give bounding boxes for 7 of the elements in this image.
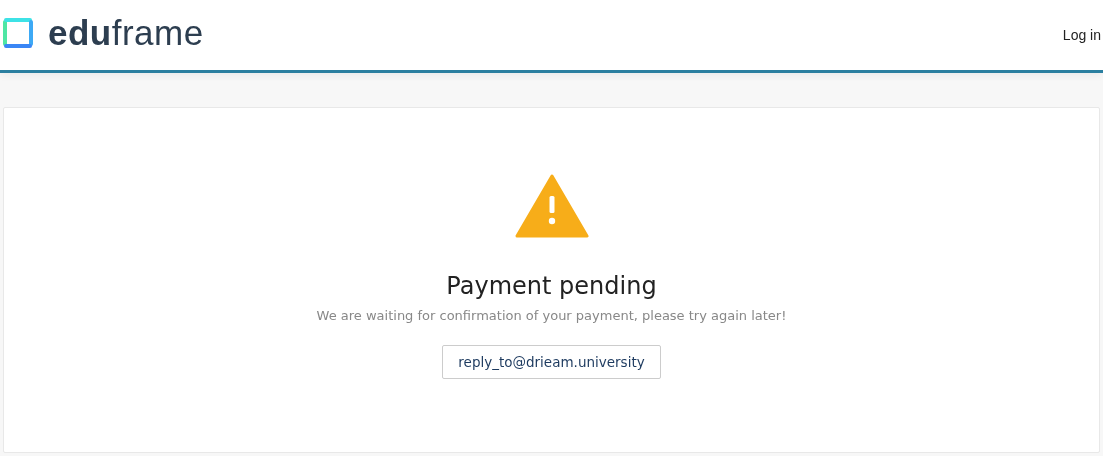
email-button[interactable]: reply_to@drieam.university [442, 345, 661, 379]
logo-text: eduframe [48, 13, 204, 53]
login-link[interactable]: Log in [1062, 27, 1101, 43]
warning-icon [514, 174, 589, 238]
square-logo-icon [2, 18, 34, 48]
message-title: Payment pending [446, 272, 657, 300]
message-text: We are waiting for confirmation of your payment, please try again later! [316, 308, 787, 323]
